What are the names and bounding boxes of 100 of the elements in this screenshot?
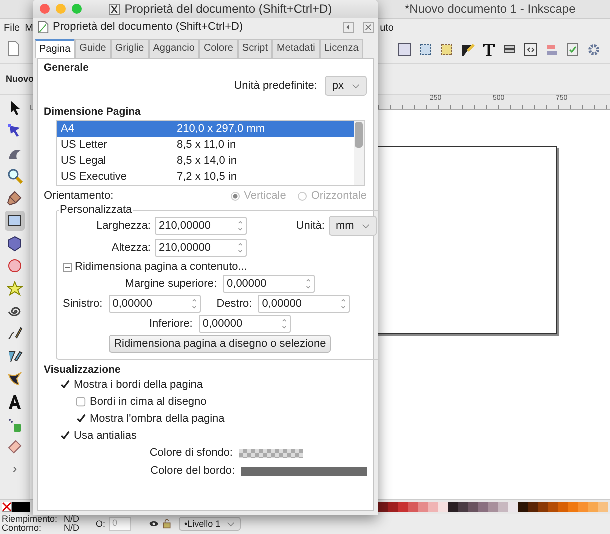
field-label: Margine superiore:: [125, 278, 218, 290]
layer-dropdown[interactable]: •Livello 1: [178, 517, 241, 531]
tab[interactable]: Metadati: [272, 39, 320, 58]
tab[interactable]: Guide: [75, 39, 111, 58]
list-row[interactable]: US Executive 7,2 x 10,5 in: [57, 169, 354, 185]
expander[interactable]: Ridimensiona pagina a contenuto...: [63, 261, 378, 273]
gear-icon[interactable]: [586, 42, 602, 58]
color-swatch[interactable]: [418, 502, 428, 512]
checkbox[interactable]: Mostra i bordi della pagina: [44, 376, 367, 393]
color-swatch[interactable]: [428, 502, 438, 512]
tab[interactable]: Griglie: [110, 39, 149, 58]
color-swatch[interactable]: [448, 502, 458, 512]
color-swatch[interactable]: [558, 502, 568, 512]
color-swatch[interactable]: [378, 502, 388, 512]
color-swatch[interactable]: [478, 502, 488, 512]
height-spin-field[interactable]: 210,00000: [155, 239, 247, 257]
menu-item[interactable]: uto: [380, 22, 394, 34]
color-swatch[interactable]: [598, 502, 608, 512]
tab[interactable]: Aggancio: [148, 39, 200, 58]
no-color-icon[interactable]: [2, 502, 12, 512]
margin-spin-field[interactable]: 0,00000: [198, 315, 291, 333]
spin-arrows-icon: [238, 241, 243, 255]
eye-icon[interactable]: [148, 519, 159, 529]
border-color-button[interactable]: [241, 466, 367, 476]
dialog-title: Proprietà del documento (Shift+Ctrl+D): [124, 2, 332, 16]
color-swatch[interactable]: [528, 502, 538, 512]
iconify-button[interactable]: [343, 22, 354, 32]
tab[interactable]: Pagina: [35, 39, 76, 58]
panel-title: Proprietà del documento (Shift+Ctrl+D): [53, 21, 244, 33]
tab[interactable]: Script: [238, 39, 272, 58]
section-heading: Dimensione Pagina: [44, 106, 142, 118]
color-swatch[interactable]: [498, 502, 508, 512]
align-icon[interactable]: [544, 42, 560, 58]
menu-item[interactable]: File: [4, 22, 20, 34]
checkbox[interactable]: Mostra l'ombra della pagina: [44, 410, 367, 427]
field-label: Larghezza:: [96, 220, 151, 232]
new-document-icon[interactable]: [6, 40, 22, 56]
unit-dropdown[interactable]: px: [325, 76, 367, 96]
color-swatch[interactable]: [398, 502, 408, 512]
lock-icon[interactable]: [162, 519, 172, 529]
tool-controls-label: Nuovo: [6, 74, 34, 84]
field-label: Inferiore:: [149, 318, 193, 330]
text-tool-icon[interactable]: [481, 42, 497, 58]
color-swatch[interactable]: [388, 502, 398, 512]
color-swatch[interactable]: [488, 502, 498, 512]
color-swatch[interactable]: [548, 502, 558, 512]
scrollbar[interactable]: [354, 121, 364, 185]
color-swatch[interactable]: [578, 502, 588, 512]
list-row[interactable]: US Letter 8,5 x 11,0 in: [57, 137, 354, 153]
field-label: Destro:: [216, 298, 252, 310]
color-swatch[interactable]: [458, 502, 468, 512]
spin-arrows-icon: [306, 277, 312, 291]
field-label: Colore del bordo:: [150, 465, 235, 477]
margin-spin-field[interactable]: 0,00000: [223, 275, 316, 293]
opacity-label: O:: [96, 519, 106, 529]
list-row[interactable]: US Legal 8,5 x 14,0 in: [57, 153, 354, 169]
background-color-button[interactable]: [239, 448, 303, 458]
spin-arrows-icon: [192, 297, 197, 311]
margin-spin-field[interactable]: 0,00000: [258, 295, 350, 313]
x-window-icon: [108, 4, 120, 14]
fill-label: Riempimento:: [2, 515, 59, 524]
field-label: Unità:: [295, 220, 325, 232]
color-swatch[interactable]: [408, 502, 418, 512]
document-icon: [37, 20, 50, 34]
unit-dropdown[interactable]: mm: [329, 216, 378, 236]
field-label: Altezza:: [110, 242, 151, 254]
more-tools-button[interactable]: ›: [12, 460, 18, 476]
list-row[interactable]: A4 210,0 x 297,0 mm: [57, 121, 354, 137]
dotted-frame-icon[interactable]: [418, 42, 434, 58]
checkbox[interactable]: Bordi in cima al disegno: [44, 393, 367, 410]
resize-page-button[interactable]: Ridimensiona pagina a disegno o selezione: [109, 335, 332, 353]
dotted-frame-icon[interactable]: [439, 42, 455, 58]
menu-item[interactable]: M: [25, 22, 34, 34]
field-label: Unità predefinite:: [234, 80, 318, 92]
checkbox[interactable]: Usa antialias: [44, 427, 367, 444]
tab[interactable]: Colore: [199, 39, 238, 58]
color-swatch[interactable]: [538, 502, 548, 512]
preferences-icon[interactable]: [565, 42, 581, 58]
color-swatch[interactable]: [508, 502, 518, 512]
close-button[interactable]: [363, 22, 374, 32]
color-swatch[interactable]: [12, 502, 30, 512]
window-title: *Nuovo documento 1 - Inkscape: [405, 2, 576, 16]
xml-editor-icon[interactable]: [523, 42, 539, 58]
fill-stroke-icon[interactable]: [460, 42, 476, 58]
zoom-tool-icon: [7, 168, 23, 184]
fill-value: N/D: [64, 515, 80, 524]
field-label: Colore di sfondo:: [150, 447, 233, 459]
tool-button[interactable]: [5, 211, 25, 232]
box-tool-icon: [7, 236, 23, 252]
width-spin-field[interactable]: 210,00000: [155, 217, 247, 235]
tab[interactable]: Licenza: [320, 39, 364, 58]
document-icon[interactable]: [397, 42, 413, 58]
color-swatch[interactable]: [568, 502, 578, 512]
close-button[interactable]: [40, 4, 50, 14]
color-swatch[interactable]: [438, 502, 448, 512]
zoom-button[interactable]: [72, 4, 82, 14]
color-swatch[interactable]: [518, 502, 528, 512]
color-swatch[interactable]: [588, 502, 598, 512]
margin-spin-field[interactable]: 0,00000: [108, 295, 201, 313]
color-swatch[interactable]: [468, 502, 478, 512]
